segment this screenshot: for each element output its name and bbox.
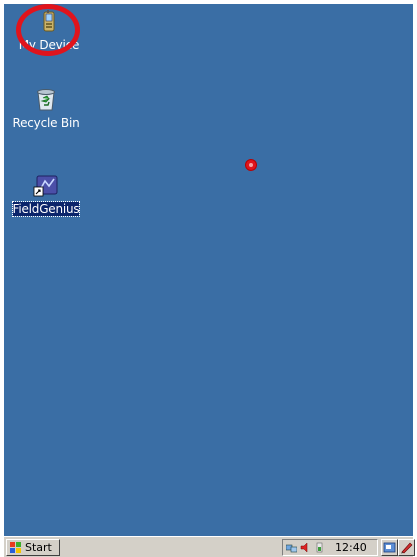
start-button[interactable]: Start [6, 539, 60, 556]
desktop-icon-label: My Device [18, 38, 80, 52]
recycle-bin-icon [37, 89, 55, 111]
system-tray: 12:40 [282, 539, 378, 556]
cursor-marker-dot [246, 160, 256, 170]
desktop-icon-fieldgenius[interactable]: FieldGenius [8, 174, 84, 217]
my-device-icon [43, 10, 55, 32]
battery-icon[interactable] [314, 542, 325, 553]
clock[interactable]: 12:40 [335, 540, 367, 555]
start-label: Start [25, 541, 52, 554]
show-desktop-icon [383, 542, 396, 553]
input-panel-button[interactable] [398, 539, 415, 556]
pen-icon [401, 542, 413, 554]
desktop-icon-label: FieldGenius [11, 201, 81, 217]
desktop-icon-label: Recycle Bin [12, 116, 80, 130]
windows-flag-icon [10, 542, 21, 553]
volume-icon[interactable] [300, 542, 311, 553]
screen-frame: My Device Recycle Bin FieldGenius Start … [0, 0, 417, 557]
fieldgenius-shortcut-icon [33, 175, 58, 197]
network-icon[interactable] [286, 542, 297, 553]
desktop[interactable]: My Device Recycle Bin FieldGenius [4, 4, 413, 536]
taskbar: Start 12:40 [4, 536, 415, 557]
desktop-icon-my-device[interactable]: My Device [18, 10, 80, 53]
show-desktop-button[interactable] [381, 539, 398, 556]
desktop-icon-recycle-bin[interactable]: Recycle Bin [8, 86, 84, 131]
